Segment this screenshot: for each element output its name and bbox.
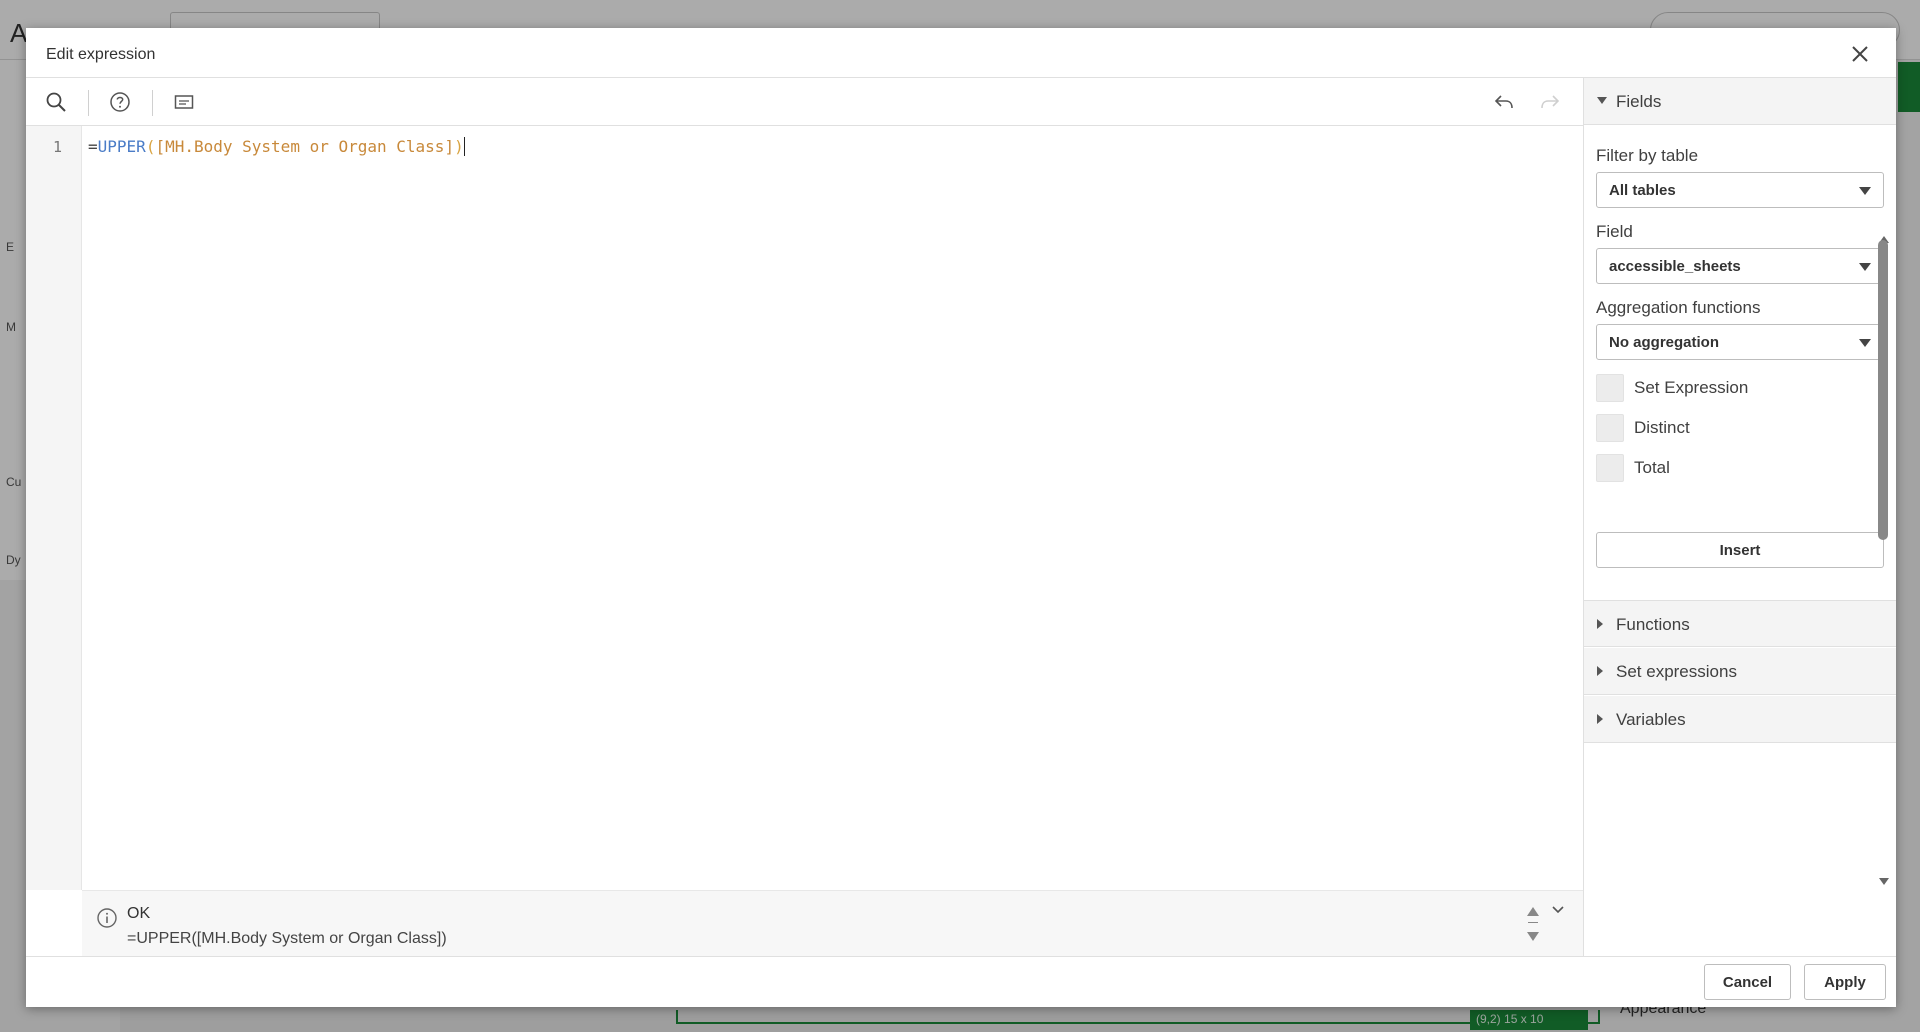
status-state: OK [127,905,151,922]
field-value: accessible_sheets [1609,258,1741,275]
filter-by-table-label: Filter by table [1596,146,1699,165]
checkbox-box[interactable] [1596,454,1624,482]
fields-panel: Fields Filter by table All tables Field … [1583,78,1896,956]
field-select[interactable]: accessible_sheets [1596,248,1884,284]
search-icon [46,92,66,112]
accordion-functions-label: Functions [1616,615,1690,634]
help-icon [110,92,130,112]
aggregation-select[interactable]: No aggregation [1596,324,1884,360]
triangle-right-icon [1597,666,1603,676]
aggregation-label: Aggregation functions [1596,298,1761,317]
line-number-gutter: 1 [26,126,82,890]
accordion-set-expressions[interactable]: Set expressions [1584,648,1896,695]
comment-icon [174,95,194,109]
undo-icon [1494,95,1513,109]
comment-button[interactable] [170,88,198,116]
aggregation-value: No aggregation [1609,334,1720,351]
field-label: Field [1596,222,1633,241]
undo-button[interactable] [1490,88,1518,116]
editor-toolbar [26,78,1583,126]
code-function: UPPER [97,137,146,156]
accordion-variables[interactable]: Variables [1584,696,1896,743]
accordion-variables-label: Variables [1616,710,1686,729]
search-button[interactable] [42,88,70,116]
accordion-set-expressions-label: Set expressions [1616,662,1737,681]
checkbox-box[interactable] [1596,414,1624,442]
expression-status: OK =UPPER([MH.Body System or Organ Class… [82,890,1583,956]
redo-button[interactable] [1536,88,1564,116]
accordion-fields[interactable]: Fields [1584,78,1896,125]
arrow-up-icon[interactable] [1526,905,1540,917]
code-field: [MH.Body System or Organ Class] [155,137,455,156]
cancel-button[interactable]: Cancel [1704,964,1791,1000]
filter-by-table-value: All tables [1609,182,1676,199]
code-close-paren: ) [454,137,464,156]
triangle-down-icon [1597,97,1607,104]
accordion-functions[interactable]: Functions [1584,600,1896,647]
dialog-title: Edit expression [46,46,156,63]
footer-divider [26,956,1896,957]
close-icon [1852,46,1868,62]
checkbox-box[interactable] [1596,374,1624,402]
status-expression: =UPPER([MH.Body System or Organ Class]) [127,930,447,947]
redo-icon [1541,95,1560,109]
toolbar-divider [152,90,153,116]
help-button[interactable] [106,88,134,116]
total-label: Total [1634,458,1670,477]
close-button[interactable] [1848,42,1872,66]
total-checkbox[interactable]: Total [1596,454,1886,482]
apply-button[interactable]: Apply [1804,964,1886,1000]
set-expression-label: Set Expression [1634,378,1749,397]
arrow-down-icon[interactable] [1526,931,1540,943]
toolbar-divider [88,90,89,116]
triangle-right-icon [1597,619,1603,629]
accordion-fields-label: Fields [1616,92,1662,111]
dialog-header: Edit expression [26,28,1896,78]
edit-expression-dialog: Edit expression 1 =UPPER([MH.Body System… [26,28,1896,1007]
insert-button[interactable]: Insert [1596,532,1884,568]
filter-by-table-select[interactable]: All tables [1596,172,1884,208]
distinct-checkbox[interactable]: Distinct [1596,414,1886,442]
dropdown-arrow-icon [1859,263,1871,271]
chevron-down-icon[interactable] [1550,903,1566,917]
triangle-right-icon [1597,714,1603,724]
scrollbar-thumb[interactable] [1878,240,1888,540]
dropdown-arrow-icon [1859,187,1871,195]
scroll-down-icon[interactable] [1879,878,1889,885]
code-open-paren: ( [145,137,156,156]
text-caret [463,137,465,156]
status-divider [1528,922,1538,923]
distinct-label: Distinct [1634,418,1690,437]
line-number: 1 [52,138,62,156]
set-expression-checkbox[interactable]: Set Expression [1596,374,1886,402]
expression-editor[interactable]: =UPPER([MH.Body System or Organ Class]) [82,126,1583,890]
info-icon [97,908,117,928]
code-line[interactable]: =UPPER([MH.Body System or Organ Class]) [88,137,465,156]
code-equals: = [88,137,98,156]
dropdown-arrow-icon [1859,339,1871,347]
